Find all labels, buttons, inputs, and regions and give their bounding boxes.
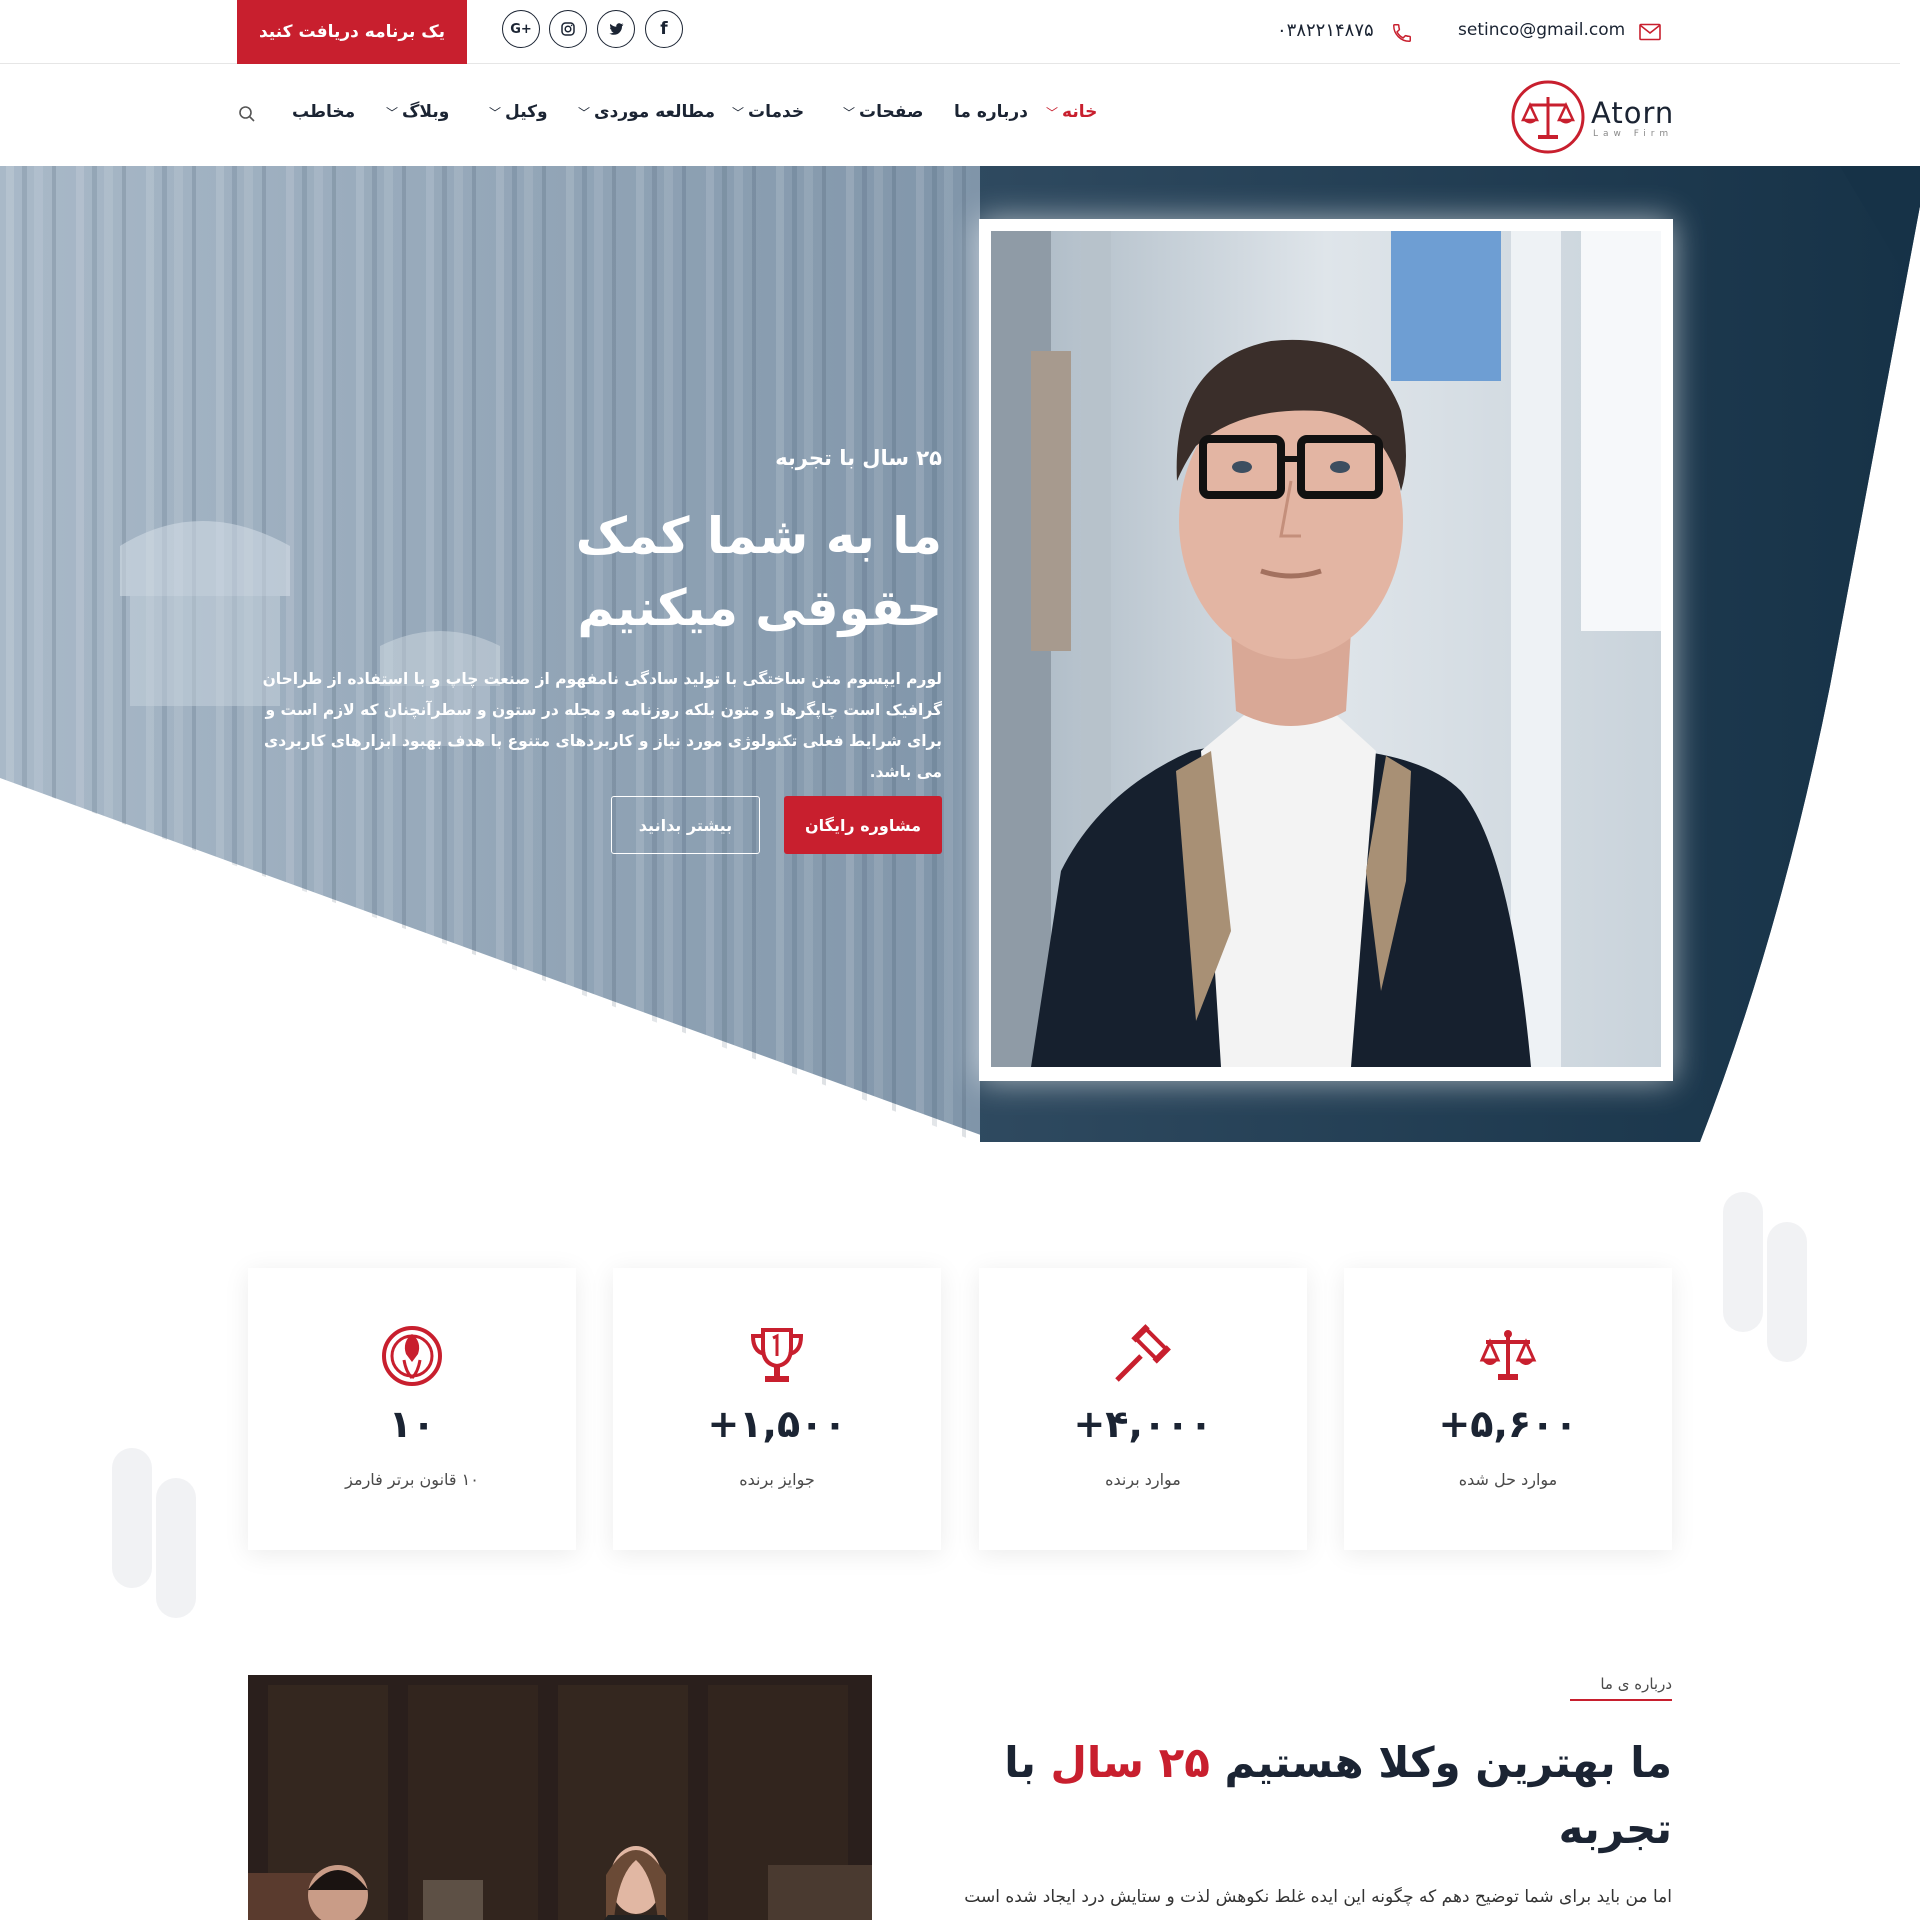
twitter-glyph	[608, 22, 623, 35]
award-icon	[382, 1326, 442, 1386]
about-title: ما بهترین وکلا هستیم ۲۵ سال با تجربه	[1000, 1730, 1672, 1862]
email-icon	[1639, 23, 1661, 41]
nav-item-about[interactable]: درباره ما	[954, 102, 1028, 122]
team-photo-image	[248, 1675, 872, 1920]
stat-card-cases-won: +۴,۰۰۰ موارد برنده	[979, 1268, 1307, 1550]
facebook-glyph: f	[660, 19, 668, 39]
stat-card-awards: +۱,۵۰۰ جوایز برنده	[613, 1268, 941, 1550]
gavel-icon	[1115, 1324, 1171, 1382]
stat-value: +۴,۰۰۰	[1073, 1402, 1213, 1446]
stat-label: موارد برنده	[1105, 1470, 1181, 1489]
chevron-down-icon: ﹀	[386, 105, 399, 120]
nav-item-lawyer[interactable]: وکیل ﹀	[489, 102, 548, 122]
nav-item-label: خدمات	[748, 102, 805, 122]
instagram-icon[interactable]	[549, 10, 587, 48]
stat-icon-wrapper	[248, 1324, 576, 1388]
twitter-icon[interactable]	[597, 10, 635, 48]
google-plus-glyph: G+	[510, 21, 532, 37]
nav-item-services[interactable]: خدمات ﹀	[732, 102, 804, 122]
free-consultation-button[interactable]: مشاوره رایگان	[784, 796, 942, 854]
nav-item-case-study[interactable]: مطالعه موردی ﹀	[578, 102, 715, 122]
nav-item-label: صفحات	[859, 102, 924, 122]
scales-icon	[1479, 1330, 1537, 1380]
stat-value: +۱,۵۰۰	[707, 1402, 847, 1446]
hero-experience-label: ۲۵ سال با تجربه	[775, 446, 942, 470]
stat-label: جوایز برنده	[739, 1470, 815, 1489]
chevron-down-icon: ﹀	[843, 105, 856, 120]
logo-name[interactable]: Atorn	[1591, 96, 1674, 130]
about-title-part: ما بهترین وکلا هستیم	[1209, 1738, 1673, 1787]
decorative-pill	[1767, 1222, 1807, 1362]
facebook-icon[interactable]: f	[645, 10, 683, 48]
chevron-down-icon: ﹀	[489, 105, 502, 120]
stat-icon-wrapper	[979, 1324, 1307, 1388]
nav-item-home[interactable]: خانه ﹀	[1046, 102, 1097, 122]
trophy-icon	[750, 1328, 804, 1382]
decorative-pill	[1723, 1192, 1763, 1332]
stat-card-cases-solved: +۵,۶۰۰ موارد حل شده	[1344, 1268, 1672, 1550]
nav-item-label: وبلاگ	[402, 102, 450, 122]
page-edge	[1900, 0, 1920, 166]
nav-item-label: مخاطب	[292, 102, 356, 122]
nav-item-contact[interactable]: مخاطب	[292, 102, 355, 122]
decorative-pill	[156, 1478, 196, 1618]
stat-label: ۱۰ قانون برتر فارمز	[345, 1470, 479, 1489]
nav-item-blog[interactable]: وبلاگ ﹀	[386, 102, 449, 122]
logo-scales-icon[interactable]	[1510, 79, 1586, 155]
decorative-pill	[112, 1448, 152, 1588]
stat-label: موارد حل شده	[1458, 1470, 1558, 1489]
stat-value: ۱۰	[388, 1402, 436, 1446]
stat-value: +۵,۶۰۰	[1438, 1402, 1578, 1446]
search-icon[interactable]	[238, 105, 256, 123]
lawyer-portrait-image	[991, 231, 1661, 1067]
learn-more-button[interactable]: بیشتر بدانید	[611, 796, 760, 854]
about-title-highlight: ۲۵ سال	[1050, 1738, 1210, 1787]
google-plus-icon[interactable]: G+	[502, 10, 540, 48]
about-section-tag: درباره ی ما	[1570, 1675, 1672, 1701]
email-address[interactable]: setinco@gmail.com	[1458, 20, 1625, 40]
chevron-down-icon: ﹀	[732, 105, 745, 120]
nav-item-label: درباره ما	[954, 102, 1028, 122]
get-appointment-button[interactable]: یک برنامه دریافت کنید	[237, 0, 467, 64]
phone-icon	[1393, 24, 1411, 42]
nav-item-label: وکیل	[505, 102, 548, 122]
chevron-down-icon: ﹀	[1046, 105, 1059, 120]
hero-description: لورم ایپسوم متن ساختگی با تولید سادگی نا…	[262, 670, 942, 781]
chevron-down-icon: ﹀	[578, 105, 591, 120]
phone-number[interactable]: ۰۳۸۲۲۱۴۸۷۵	[1277, 20, 1374, 41]
about-text: اما من باید برای شما توضیح دهم که چگونه …	[964, 1887, 1672, 1907]
instagram-glyph	[561, 22, 575, 36]
nav-item-label: خانه	[1062, 102, 1098, 122]
logo-tagline: Law Firm	[1593, 129, 1674, 139]
stat-card-top-firms: ۱۰ ۱۰ قانون برتر فارمز	[248, 1268, 576, 1550]
nav-item-label: مطالعه موردی	[594, 102, 715, 122]
hero-title: ما به شما کمک حقوقی میکنیم	[575, 507, 942, 637]
stat-icon-wrapper	[1344, 1324, 1672, 1388]
stat-icon-wrapper	[613, 1324, 941, 1388]
nav-item-pages[interactable]: صفحات ﹀	[843, 102, 923, 122]
